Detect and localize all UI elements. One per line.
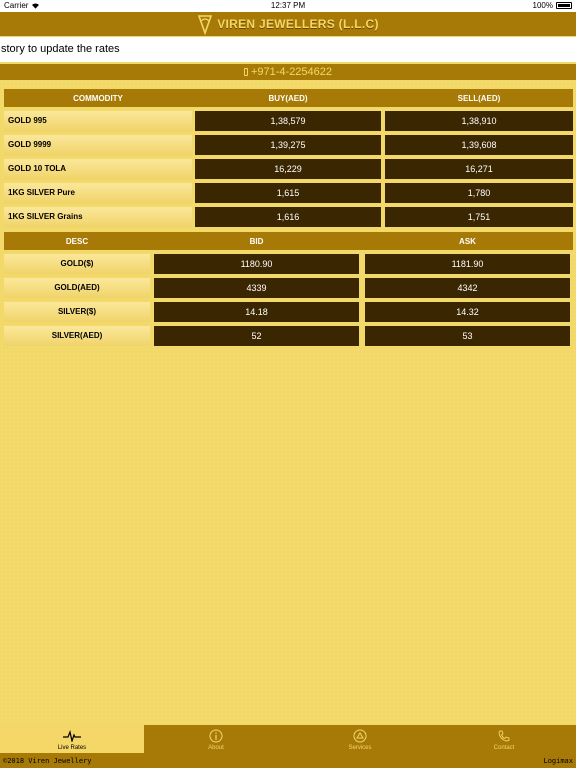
table-row: GOLD 995 1,38,579 1,38,910 [4,111,573,131]
tab-contact[interactable]: Contact [432,725,576,753]
commodity-table: COMMODITY BUY(AED) SELL(AED) GOLD 995 1,… [4,89,573,227]
commodity-table-header: COMMODITY BUY(AED) SELL(AED) [4,89,573,107]
buy-price: 1,39,275 [195,135,381,155]
header-sell: SELL(AED) [457,93,501,103]
tab-label: Contact [493,745,515,751]
table-row: GOLD 9999 1,39,275 1,39,608 [4,135,573,155]
header-bid: BID [249,236,264,246]
sell-price: 1,780 [385,183,573,203]
ticker-text: story to update the rates [1,43,120,55]
table-row: GOLD 10 TOLA 16,229 16,271 [4,159,573,179]
app-title: VIREN JEWELLERS (L.L.C) [217,17,379,31]
commodity-name: GOLD 995 [4,111,192,131]
buy-price: 1,616 [195,207,381,227]
tab-live-rates[interactable]: Live Rates [0,725,144,753]
sell-price: 1,39,608 [385,135,573,155]
table-row: 1KG SILVER Grains 1,616 1,751 [4,207,573,227]
table-row: GOLD($) 1180.90 1181.90 [4,254,573,274]
app-header: VIREN JEWELLERS (L.L.C) [0,12,576,36]
news-ticker: story to update the rates [0,37,576,62]
commodity-name: 1KG SILVER Pure [4,183,192,203]
tab-about[interactable]: About [144,725,288,753]
header-commodity: COMMODITY [73,93,123,103]
ask-price: 14.32 [365,302,570,322]
ask-price: 53 [365,326,570,346]
header-ask: ASK [459,236,476,246]
spot-table-header: DESC BID ASK [4,232,573,250]
header-buy: BUY(AED) [268,93,308,103]
clock: 12:37 PM [270,1,306,10]
bid-price: 14.18 [154,302,359,322]
sell-price: 1,38,910 [385,111,573,131]
tab-bar: Live Rates About Services Contact [0,725,576,753]
commodity-name: GOLD 9999 [4,135,192,155]
pulse-icon [63,728,81,744]
battery-percent: 100% [532,1,553,10]
info-icon [209,728,223,744]
services-icon [353,728,367,744]
tab-services[interactable]: Services [288,725,432,753]
tab-label: Services [348,745,372,751]
ask-price: 4342 [365,278,570,298]
phone-icon [498,728,510,744]
status-bar: Carrier 12:37 PM 100% [0,0,576,12]
buy-price: 1,38,579 [195,111,381,131]
spot-name: SILVER(AED) [4,326,150,346]
diamond-logo-icon [197,13,213,35]
buy-price: 16,229 [195,159,381,179]
phone-number[interactable]: +971-4-2254622 [251,66,332,78]
buy-price: 1,615 [195,183,381,203]
battery-status: 100% [533,1,572,10]
brand-link[interactable]: Logimax [543,757,573,765]
header-desc: DESC [65,236,89,246]
footer: ©2018 Viren Jewellery Logimax [0,753,576,768]
spot-name: GOLD(AED) [4,278,150,298]
spot-name: GOLD($) [4,254,150,274]
spot-rate-table: DESC BID ASK GOLD($) 1180.90 1181.90 GOL… [4,232,573,346]
sell-price: 16,271 [385,159,573,179]
commodity-name: GOLD 10 TOLA [4,159,192,179]
tab-label: About [208,745,224,751]
bid-price: 52 [154,326,359,346]
phone-icon [243,68,248,76]
ask-price: 1181.90 [365,254,570,274]
sell-price: 1,751 [385,207,573,227]
table-row: GOLD(AED) 4339 4342 [4,278,573,298]
bid-price: 4339 [154,278,359,298]
spot-name: SILVER($) [4,302,150,322]
table-row: SILVER(AED) 52 53 [4,326,573,346]
tab-label: Live Rates [57,745,87,751]
battery-icon [556,2,572,9]
table-row: SILVER($) 14.18 14.32 [4,302,573,322]
commodity-name: 1KG SILVER Grains [4,207,192,227]
bid-price: 1180.90 [154,254,359,274]
table-row: 1KG SILVER Pure 1,615 1,780 [4,183,573,203]
phone-bar[interactable]: +971-4-2254622 [0,64,576,80]
copyright-text: ©2018 Viren Jewellery [3,757,92,765]
